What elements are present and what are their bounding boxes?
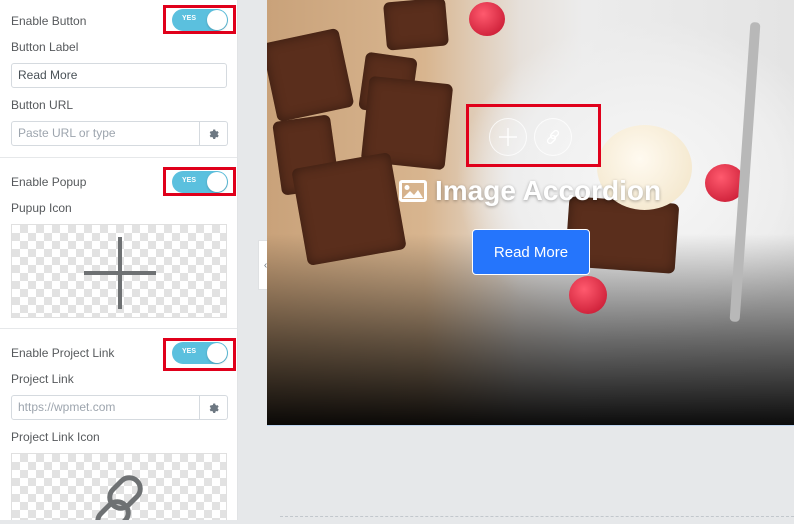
section-divider bbox=[0, 157, 237, 158]
project-link-icon-title: Project Link Icon bbox=[11, 430, 100, 444]
settings-panel: Enable Button YES Button Label Read More… bbox=[0, 0, 238, 520]
brownie-shape bbox=[291, 152, 407, 266]
toggle-knob bbox=[207, 343, 227, 363]
raspberry-shape bbox=[569, 276, 607, 314]
enable-button-toggle[interactable]: YES bbox=[172, 9, 228, 31]
project-link-icon-picker[interactable] bbox=[11, 453, 227, 520]
plus-icon bbox=[499, 128, 517, 146]
accordion-title: Image Accordion bbox=[399, 175, 661, 207]
brownie-shape bbox=[267, 27, 355, 123]
raspberry-shape bbox=[469, 2, 505, 36]
brownie-shape bbox=[383, 0, 449, 51]
project-link-settings-button[interactable] bbox=[200, 395, 228, 420]
toggle-yes-text: YES bbox=[182, 177, 197, 184]
button-url-input[interactable]: Paste URL or type bbox=[11, 121, 200, 146]
button-url-settings-button[interactable] bbox=[200, 121, 228, 146]
enable-project-link-toggle[interactable]: YES bbox=[172, 342, 228, 364]
enable-popup-label: Enable Popup bbox=[11, 175, 87, 189]
button-label-title: Button Label bbox=[11, 40, 79, 54]
popup-icon-picker[interactable] bbox=[11, 224, 227, 318]
plus-icon bbox=[84, 237, 156, 309]
popup-button[interactable] bbox=[489, 118, 527, 156]
enable-popup-toggle[interactable]: YES bbox=[172, 171, 228, 193]
enable-project-link-label: Enable Project Link bbox=[11, 346, 115, 360]
project-link-input[interactable]: https://wpmet.com bbox=[11, 395, 200, 420]
image-accordion-preview[interactable]: Image Accordion Read More bbox=[267, 0, 794, 426]
read-more-button[interactable]: Read More bbox=[472, 229, 590, 275]
project-link-title: Project Link bbox=[11, 372, 74, 386]
gear-icon bbox=[209, 403, 219, 413]
button-url-title: Button URL bbox=[11, 98, 74, 112]
image-icon bbox=[399, 180, 427, 202]
link-icon bbox=[546, 129, 560, 145]
button-label-input[interactable]: Read More bbox=[11, 63, 227, 88]
section-placeholder bbox=[280, 516, 794, 524]
link-icon bbox=[95, 475, 143, 520]
project-link-button[interactable] bbox=[534, 118, 572, 156]
toggle-knob bbox=[207, 172, 227, 192]
section-divider bbox=[0, 328, 237, 329]
toggle-yes-text: YES bbox=[182, 15, 197, 22]
accordion-title-text: Image Accordion bbox=[435, 175, 662, 206]
gear-icon bbox=[209, 129, 219, 139]
popup-icon-title: Pupup Icon bbox=[11, 201, 72, 215]
toggle-yes-text: YES bbox=[182, 348, 197, 355]
enable-button-label: Enable Button bbox=[11, 14, 87, 28]
toggle-knob bbox=[207, 10, 227, 30]
